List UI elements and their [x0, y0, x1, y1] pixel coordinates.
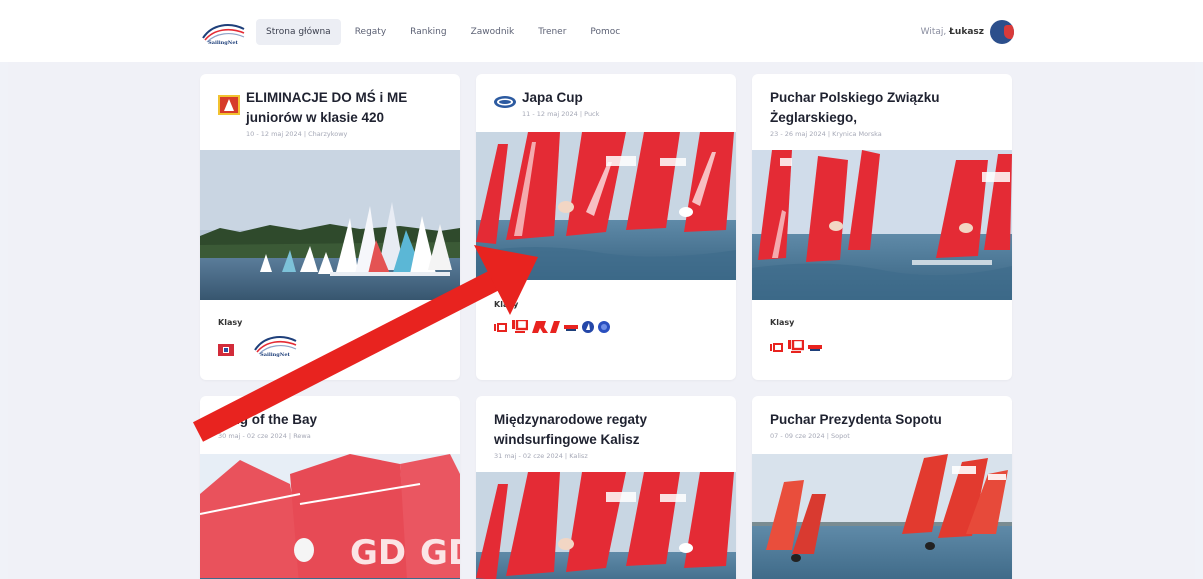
class-icons	[494, 320, 610, 333]
blue-oval-logo	[494, 96, 516, 108]
club-flag-logo	[218, 95, 240, 115]
regatta-title[interactable]: Puchar Polskiego Związku Żeglarskiego,	[770, 88, 994, 128]
regatta-card[interactable]: Puchar Prezydenta Sopotu 07 - 09 cze 202…	[752, 396, 1012, 579]
svg-text:GD: GD	[350, 533, 406, 573]
regatta-title[interactable]: Puchar Prezydenta Sopotu	[770, 410, 994, 430]
nav-item-regaty[interactable]: Regaty	[345, 19, 396, 45]
regatta-date-place: 31 maj - 02 cze 2024 | Kalisz	[494, 452, 588, 460]
svg-text:SailingNet: SailingNet	[260, 352, 290, 358]
user-greeting: Witaj, Łukasz	[920, 27, 984, 37]
nav-item-pomoc[interactable]: Pomoc	[580, 19, 630, 45]
regatta-title[interactable]: Międzynarodowe regaty windsurfingowe Kal…	[494, 410, 718, 450]
blue-disc-icon[interactable]	[598, 320, 610, 333]
top-navbar: SailingNet Strona główna Regaty Ranking …	[0, 0, 1203, 62]
svg-text:SailingNet: SailingNet	[208, 40, 238, 46]
regatta-date-place: 30 maj - 02 cze 2024 | Rewa	[218, 432, 311, 440]
regatta-title[interactable]: Japa Cup	[522, 88, 599, 108]
regatta-title[interactable]: ELIMINACJE DO MŚ i ME juniorów w klasie …	[246, 88, 442, 128]
classes-label: Klasy	[770, 318, 795, 327]
class-420-flag-icon[interactable]	[218, 344, 234, 356]
regatta-card[interactable]: Japa Cup 11 - 12 maj 2024 | Puck Klasy	[476, 74, 736, 380]
regatta-date-place: 10 - 12 maj 2024 | Charzykowy	[246, 130, 348, 138]
rs-x-icon[interactable]	[532, 320, 560, 333]
regatta-date-place: 07 - 09 cze 2024 | Sopot	[770, 432, 850, 440]
iq-icon[interactable]	[770, 342, 784, 352]
nav-item-zawodnik[interactable]: Zawodnik	[461, 19, 525, 45]
iq-foil-icon[interactable]	[512, 320, 528, 333]
class-icons	[770, 340, 822, 353]
regatta-title[interactable]: King of the Bay	[218, 410, 442, 430]
regatta-photo[interactable]	[752, 454, 1012, 579]
regatta-card[interactable]: Puchar Polskiego Związku Żeglarskiego, 2…	[752, 74, 1012, 380]
classes-label: Klasy	[494, 300, 519, 309]
regatta-card[interactable]: King of the Bay 30 maj - 02 cze 2024 | R…	[200, 396, 460, 579]
iq-icon[interactable]	[494, 322, 508, 332]
iq-foil-icon[interactable]	[788, 340, 804, 353]
main-nav: Strona główna Regaty Ranking Zawodnik Tr…	[256, 19, 630, 45]
nav-item-trener[interactable]: Trener	[528, 19, 576, 45]
regatta-photo[interactable]	[200, 150, 460, 300]
regatta-date-place: 11 - 12 maj 2024 | Puck	[522, 110, 600, 118]
regatta-card[interactable]: ELIMINACJE DO MŚ i ME juniorów w klasie …	[200, 74, 460, 380]
svg-text:GD: GD	[420, 533, 460, 573]
classes-label: Klasy	[218, 318, 243, 327]
techno-icon[interactable]	[808, 342, 822, 352]
main-content: ELIMINACJE DO MŚ i ME juniorów w klasie …	[8, 62, 1195, 579]
nav-item-strona-glowna[interactable]: Strona główna	[256, 19, 341, 45]
regatta-date-place: 23 - 26 maj 2024 | Krynica Morska	[770, 130, 882, 138]
formula-blue-icon[interactable]	[582, 320, 594, 333]
regatta-photo[interactable]	[476, 472, 736, 579]
regatta-photo[interactable]: GD GD	[200, 454, 460, 579]
regatta-photo[interactable]	[476, 132, 736, 280]
nav-item-ranking[interactable]: Ranking	[400, 19, 456, 45]
techno-icon[interactable]	[564, 322, 578, 332]
avatar[interactable]	[990, 20, 1014, 44]
user-menu[interactable]: Witaj, Łukasz	[921, 20, 1014, 44]
sailingnet-logo[interactable]: SailingNet	[200, 18, 246, 46]
class-icons: SailingNet	[218, 330, 298, 358]
regatta-card[interactable]: Międzynarodowe regaty windsurfingowe Kal…	[476, 396, 736, 579]
sailingnet-logo[interactable]: SailingNet	[252, 330, 298, 358]
regatta-photo[interactable]	[752, 150, 1012, 300]
